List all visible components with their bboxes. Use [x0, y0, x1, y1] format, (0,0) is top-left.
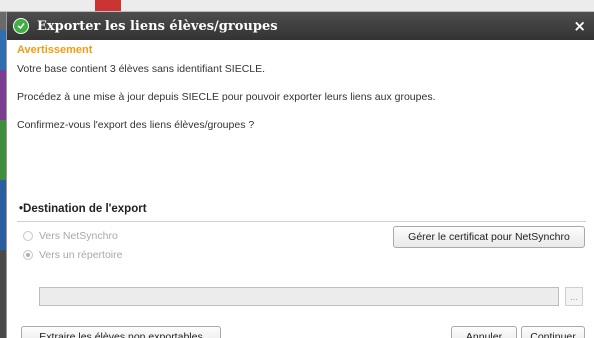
warning-title: Avertissement: [17, 44, 93, 56]
radio-directory-label: Vers un répertoire: [39, 249, 123, 261]
dialog-titlebar[interactable]: Exporter les liens élèves/groupes ×: [7, 12, 594, 40]
dialog-title: Exporter les liens élèves/groupes: [37, 18, 278, 34]
section-divider: [17, 221, 586, 222]
circle-logo-icon: [13, 18, 29, 34]
radio-directory[interactable]: Vers un répertoire: [23, 249, 122, 261]
export-dialog: Exporter les liens élèves/groupes × Aver…: [6, 12, 594, 338]
extract-non-exportable-button[interactable]: Extraire les élèves non exportables: [21, 326, 221, 338]
section-title-destination: •Destination de l'export: [19, 203, 147, 215]
dialog-content: Avertissement Votre base contient 3 élèv…: [7, 40, 594, 338]
browse-button[interactable]: ...: [565, 287, 583, 306]
warning-message-2: Procédez à une mise à jour depuis SIECLE…: [17, 91, 436, 103]
confirmation-question: Confirmez-vous l'export des liens élèves…: [17, 119, 255, 131]
directory-path-input[interactable]: [39, 287, 559, 306]
manage-certificate-button[interactable]: Gérer le certificat pour NetSynchro: [393, 226, 585, 248]
radio-button-checked[interactable]: [23, 250, 33, 260]
warning-message-1: Votre base contient 3 élèves sans identi…: [17, 63, 266, 75]
radio-netsynchro[interactable]: Vers NetSynchro: [23, 230, 118, 242]
close-icon[interactable]: ×: [573, 17, 586, 35]
radio-netsynchro-label: Vers NetSynchro: [39, 230, 118, 242]
background-tab-indicator: [95, 0, 121, 11]
radio-button[interactable]: [23, 231, 33, 241]
cancel-button[interactable]: Annuler: [451, 326, 517, 338]
continue-button[interactable]: Continuer: [521, 326, 585, 338]
background-app-strip: [0, 0, 594, 12]
